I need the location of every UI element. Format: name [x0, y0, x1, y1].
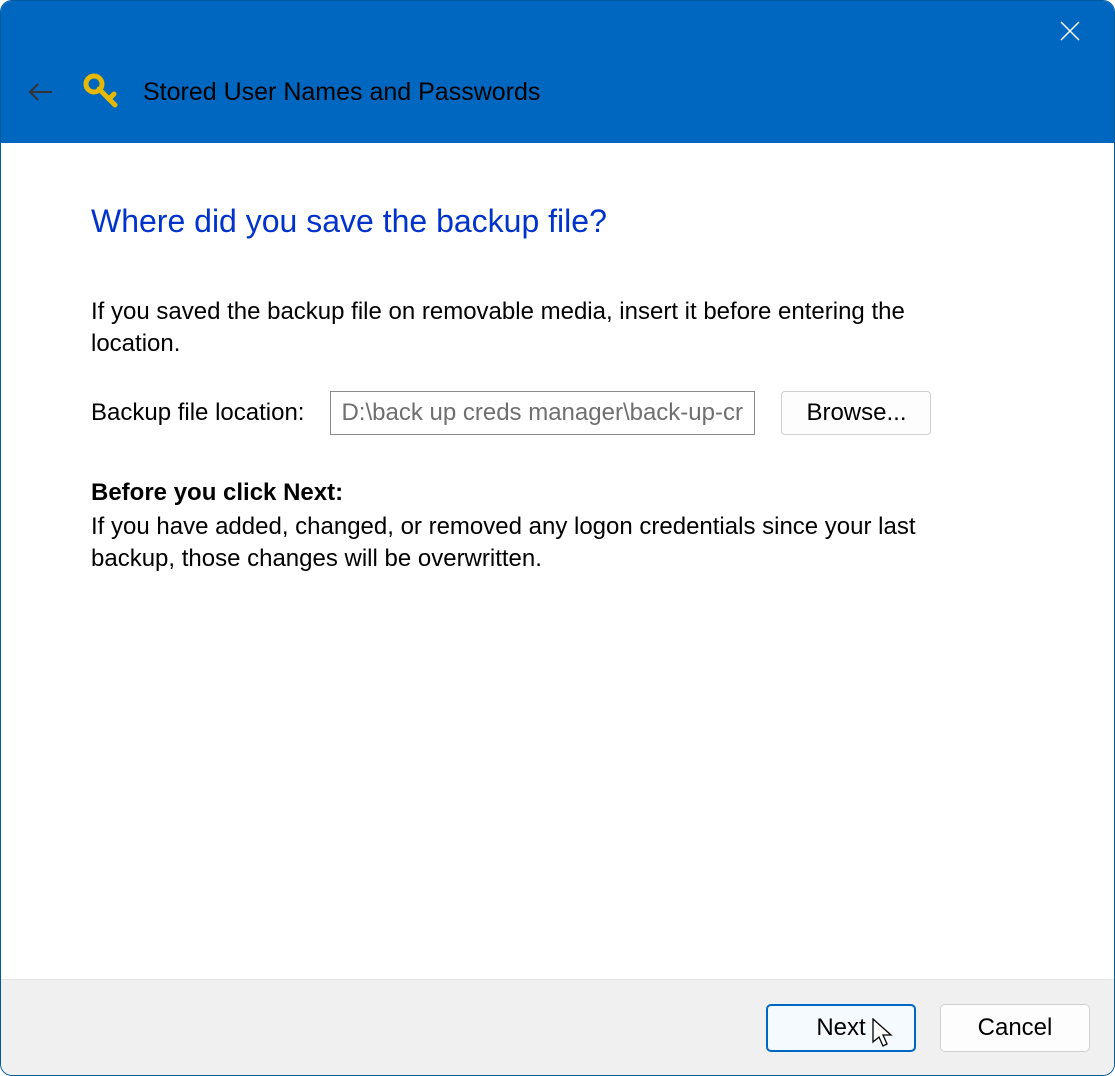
- next-button[interactable]: Next: [766, 1004, 916, 1052]
- header-title: Stored User Names and Passwords: [143, 78, 540, 107]
- wizard-window: Stored User Names and Passwords Where di…: [0, 0, 1115, 1076]
- backup-location-label: Backup file location:: [91, 399, 304, 427]
- cursor-icon: [872, 1018, 898, 1048]
- instructions-text: If you saved the backup file on removabl…: [91, 296, 991, 361]
- back-arrow-icon: [24, 75, 58, 109]
- titlebar: [1, 1, 1114, 61]
- cancel-button[interactable]: Cancel: [940, 1004, 1090, 1052]
- backup-location-row: Backup file location: Browse...: [91, 391, 1024, 435]
- back-button[interactable]: [21, 72, 61, 112]
- next-button-label: Next: [816, 1014, 865, 1041]
- page-heading: Where did you save the backup file?: [91, 203, 1024, 240]
- close-icon: [1058, 19, 1082, 43]
- content-area: Where did you save the backup file? If y…: [1, 143, 1114, 979]
- backup-location-input[interactable]: [330, 391, 755, 435]
- warning-title: Before you click Next:: [91, 479, 1024, 507]
- key-icon: [81, 71, 123, 113]
- close-button[interactable]: [1046, 7, 1094, 55]
- header-bar: Stored User Names and Passwords: [1, 61, 1114, 143]
- browse-button[interactable]: Browse...: [781, 391, 931, 435]
- warning-text: If you have added, changed, or removed a…: [91, 511, 991, 576]
- wizard-footer: Next Cancel: [1, 979, 1114, 1075]
